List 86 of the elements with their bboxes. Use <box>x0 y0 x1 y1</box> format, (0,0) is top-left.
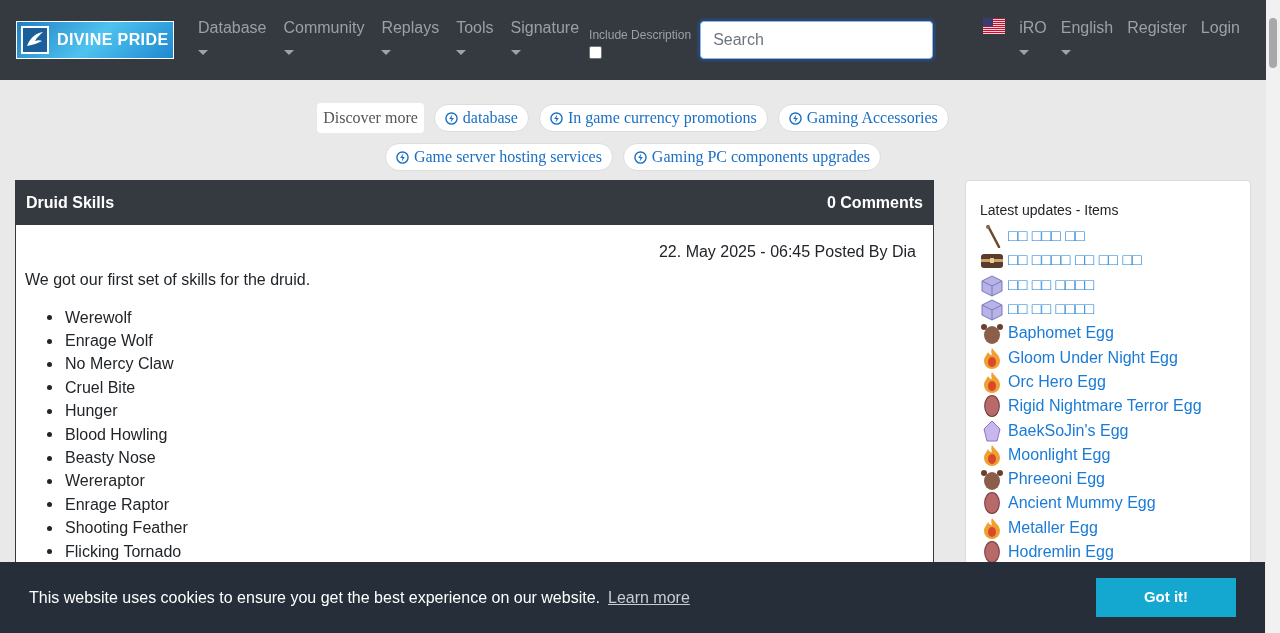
box-icon <box>980 297 1004 322</box>
nav-menu-item[interactable]: Tools <box>456 16 494 56</box>
lightning-icon <box>788 111 802 125</box>
include-description-checkbox[interactable] <box>589 46 603 59</box>
caret-icon <box>456 50 467 56</box>
caret-icon <box>283 50 294 56</box>
bullet-icon <box>47 525 52 531</box>
article-title: Druid Skills <box>26 193 115 213</box>
lightning-icon <box>549 111 563 125</box>
skill-name: Werewolf <box>65 307 132 328</box>
egg-icon <box>984 541 1000 563</box>
item-link[interactable]: □□ □□ □□□□ <box>1008 272 1095 297</box>
bullet-icon <box>47 549 52 555</box>
item-link[interactable]: Hodremlin Egg <box>1008 540 1114 564</box>
skill-name: Beasty Nose <box>65 448 156 469</box>
skill-name: Blood Howling <box>65 424 168 445</box>
search-field[interactable]: Search <box>700 21 934 59</box>
skill-name: Cruel Bite <box>65 377 136 398</box>
item-link[interactable]: Baphomet Egg <box>1008 321 1114 346</box>
bullet-icon <box>47 455 52 461</box>
caret-icon <box>1019 50 1030 56</box>
discover-label: Discover more <box>317 103 424 133</box>
crystal-icon <box>980 418 1004 443</box>
item-link[interactable]: BaekSoJin's Egg <box>1008 418 1129 443</box>
egg-icon <box>984 492 1000 515</box>
sidebar-title: Latest updates - Items <box>980 201 1120 220</box>
skill-name: Flicking Tornado <box>65 541 182 562</box>
item-link[interactable]: Ancient Mummy Egg <box>1008 491 1156 516</box>
scrollbar[interactable] <box>1266 0 1280 633</box>
item-link[interactable]: □□ □□□□ □□ □□ □□ <box>1008 248 1142 273</box>
nav-link[interactable]: iRO <box>1019 16 1047 56</box>
lightning-icon <box>633 150 647 164</box>
discover-chip[interactable]: In game currency promotions <box>538 104 768 132</box>
bullet-icon <box>47 478 52 484</box>
bullet-icon <box>47 432 52 438</box>
nav-menu-item[interactable]: Replays <box>381 16 440 56</box>
bullet-icon <box>47 361 52 367</box>
nav-menu-item[interactable]: Community <box>283 16 365 56</box>
bullet-icon <box>47 385 52 391</box>
skill-name: Hunger <box>65 401 118 422</box>
nav-menu-item[interactable]: Database <box>198 16 267 56</box>
learn-more-link[interactable]: Learn more <box>608 585 690 610</box>
article-intro: We got our first set of skills for the druid. <box>25 270 312 290</box>
skill-name: Enrage Raptor <box>65 494 170 515</box>
item-link[interactable]: Orc Hero Egg <box>1008 369 1106 394</box>
egg-icon <box>984 395 1000 418</box>
bullet-icon <box>47 315 52 321</box>
flag-icon[interactable] <box>983 18 1006 34</box>
nav-menu-item[interactable]: Signature <box>510 16 580 56</box>
logo-text: DIVINE PRIDE <box>57 30 169 50</box>
caret-icon <box>510 50 521 56</box>
comments-count[interactable]: 0 Comments <box>826 191 923 215</box>
bullet-icon <box>47 502 52 508</box>
discover-chip[interactable]: Game server hosting services <box>384 143 613 171</box>
nav-link[interactable]: Register <box>1127 16 1187 40</box>
discover-chip[interactable]: Gaming Accessories <box>777 104 949 132</box>
skill-name: No Mercy Claw <box>65 354 174 375</box>
item-link[interactable]: Rigid Nightmare Terror Egg <box>1008 394 1202 419</box>
item-link[interactable]: Gloom Under Night Egg <box>1008 345 1178 370</box>
item-link[interactable]: Phreeoni Egg <box>1008 467 1105 492</box>
skill-name: Enrage Wolf <box>65 331 153 352</box>
nav-link[interactable]: English <box>1060 16 1114 56</box>
lightning-icon <box>444 111 458 125</box>
item-link[interactable]: □□ □□□ □□ <box>1008 224 1085 249</box>
creature-icon <box>980 321 1004 346</box>
bullet-icon <box>47 408 52 414</box>
item-link[interactable]: Moonlight Egg <box>1008 442 1111 467</box>
got-it-button[interactable]: Got it! <box>1096 578 1236 617</box>
logo[interactable]: DIVINE PRIDE <box>16 21 174 59</box>
caret-icon <box>381 50 392 56</box>
wing-icon <box>21 26 49 54</box>
creature-icon <box>980 467 1004 492</box>
caret-icon <box>1060 50 1071 56</box>
caret-icon <box>198 50 208 56</box>
bullet-icon <box>47 338 52 344</box>
nav-link[interactable]: Login <box>1200 16 1240 40</box>
skill-name: Shooting Feather <box>65 518 188 539</box>
post-meta: 22. May 2025 - 06:45 Posted By Dia <box>658 242 916 262</box>
lightning-icon <box>395 150 409 164</box>
checkbox-label: Include Description <box>589 27 692 44</box>
cookie-message: This website uses cookies to ensure you get the best experience on our website. <box>29 587 600 608</box>
discover-chip[interactable]: Gaming PC components upgrades <box>622 143 882 171</box>
item-link[interactable]: □□ □□ □□□□ <box>1008 297 1095 322</box>
item-link[interactable]: Metaller Egg <box>1008 515 1098 540</box>
discover-chip[interactable]: database <box>433 104 529 132</box>
skill-name: Wereraptor <box>65 471 145 492</box>
